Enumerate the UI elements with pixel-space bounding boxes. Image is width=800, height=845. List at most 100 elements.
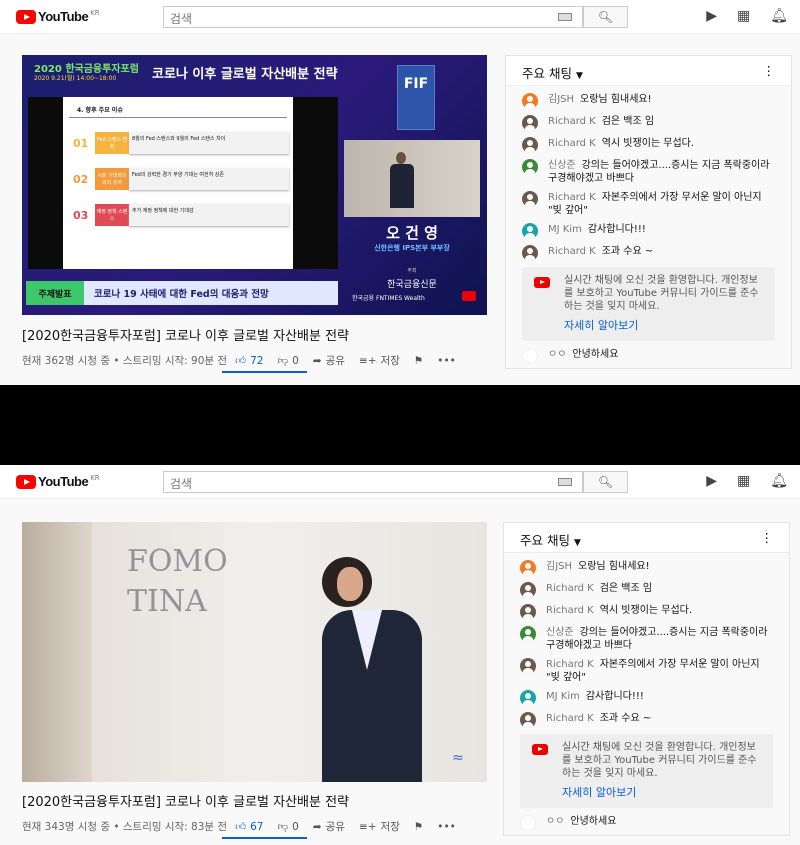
thumbs-up-icon: 👍︎ [235,821,247,833]
sentiment-bar [222,837,307,839]
share-label: 공유 [325,821,345,833]
search-input[interactable]: 검색 [163,6,583,28]
save-button[interactable]: ≡+ 저장 [359,820,400,834]
chat-author[interactable]: 김JSH [548,94,574,105]
chat-message: 김JSH 오랑님 힘내세요! [522,90,775,112]
youtube-logo[interactable]: YouTube KR [16,474,100,489]
search-button[interactable]: 🔍︎ [583,471,628,493]
chat-text: 강의는 들어야겠고....증시는 지금 폭락중이라 구경해야겠고 바쁘다 [546,627,768,651]
chat-message: Richard K 조과 수요 ~ [522,242,775,264]
youtube-play-icon [16,9,36,24]
search-input[interactable]: 검색 [163,471,583,493]
dislike-button[interactable]: 👎︎ 0 [277,820,298,834]
chat-welcome-banner: 실시간 채팅에 오신 것을 환영합니다. 개인정보를 보호하고 YouTube … [522,267,775,341]
dislike-button[interactable]: 👎︎ 0 [277,354,298,368]
avatar[interactable] [520,712,536,728]
chat-author[interactable]: 신상준 [546,627,574,638]
video-player[interactable]: 2020 한국금융투자포럼 2020 9.21(월) 14:00~18:00 코… [22,55,487,315]
more-actions-button[interactable]: ••• [437,820,456,834]
youtube-logo[interactable]: YouTube KR [16,9,100,24]
avatar[interactable] [522,223,538,239]
chat-text: 조과 수요 ~ [599,713,652,724]
speaker-name: 오 건 영 [386,224,438,242]
video-title: [2020한국금융투자포럼] 코로나 이후 글로벌 자산배분 전략 [22,329,350,344]
video-player[interactable]: FOMO TINA ≈ [22,522,487,782]
avatar[interactable] [520,560,536,576]
sponsors: 한국금융 FNTIMES Wealth [352,295,425,302]
avatar[interactable] [520,582,536,598]
more-actions-button[interactable]: ••• [437,354,456,368]
apps-grid-icon[interactable]: ▦ [737,473,750,489]
keyboard-icon[interactable] [558,478,572,486]
chat-author[interactable]: Richard K [546,583,594,594]
avatar[interactable] [520,690,536,706]
avatar[interactable] [522,159,538,175]
topic-label: 주제발표 [38,289,72,300]
chat-author[interactable]: Richard K [548,246,596,257]
share-button[interactable]: ➦ 공유 [313,354,345,368]
chat-author[interactable]: Richard K [548,192,596,203]
avatar[interactable] [520,658,536,674]
apps-grid-icon[interactable]: ▦ [737,8,750,24]
avatar[interactable] [522,137,538,153]
chat-author[interactable]: Richard K [548,138,596,149]
save-button[interactable]: ≡+ 저장 [359,354,400,368]
more-vertical-icon[interactable]: ⋮ [763,63,776,78]
chat-author[interactable]: 신상준 [548,160,576,171]
avatar[interactable] [520,626,536,642]
avatar[interactable] [522,245,538,261]
chat-mode-dropdown[interactable]: 주요 채팅 ▼ [522,63,583,81]
chat-author[interactable]: Richard K [546,605,594,616]
chat-author[interactable]: Richard K [548,116,596,127]
avatar[interactable] [522,191,538,207]
report-button[interactable]: ⚑ [414,820,423,834]
search-button[interactable]: 🔍︎ [583,6,628,28]
create-video-icon[interactable]: ▶ [706,8,717,24]
share-button[interactable]: ➦ 공유 [313,820,345,834]
chat-author[interactable]: Richard K [546,659,594,670]
chat-messages[interactable]: 김JSH 오랑님 힘내세요! Richard K 검은 백조 임 Richard K… [504,553,789,835]
like-count: 72 [250,355,264,367]
create-video-icon[interactable]: ▶ [706,473,717,489]
chat-message: MJ Kim 감사합니다!!! [522,220,775,242]
chat-messages[interactable]: 김JSH 오랑님 힘내세요! Richard K 검은 백조 임 Richard K… [506,86,791,368]
slide-item: 01 Fed 스탠스 변화 8월의 Fed 스탠스와 9월의 Fed 스탠스 차… [73,132,293,154]
like-button[interactable]: 👍︎ 72 [235,354,263,368]
chat-mode-dropdown[interactable]: 주요 채팅 ▼ [520,530,581,548]
chat-text: 감사합니다!!! [585,691,644,702]
chat-input[interactable]: ㅇㅇ 안녕하세요 [520,811,773,835]
slide-item-number: 02 [73,172,89,186]
topic-text: 코로나 19 사태에 대한 Fed의 대응과 전망 [94,289,269,300]
more-vertical-icon[interactable]: ⋮ [761,530,774,545]
save-label: 저장 [380,355,400,367]
live-chat-panel: 주요 채팅 ▼ ⋮ 김JSH 오랑님 힘내세요! Richard K 검은 백조 임 … [505,55,792,369]
welcome-text: 실시간 채팅에 오신 것을 환영합니다. 개인정보를 보호하고 YouTube … [562,742,757,779]
slide-item-tag: 재정 정책 스탠스 [95,204,129,226]
slide-item: 02 시장 기대와의 괴리 유의 Fed의 강력한 경기 부양 기대는 여전히 … [73,168,293,190]
host-name: 한국금융신문 [387,280,437,290]
more-horizontal-icon: ••• [437,821,456,833]
chat-text: 강의는 들어야겠고....증시는 지금 폭락중이라 구경해야겠고 바쁘다 [548,160,770,184]
learn-more-link[interactable]: 자세히 알아보기 [562,786,761,799]
report-button[interactable]: ⚑ [414,354,423,368]
learn-more-link[interactable]: 자세히 알아보기 [564,319,763,332]
share-label: 공유 [325,355,345,367]
avatar[interactable] [522,93,538,109]
avatar[interactable] [520,604,536,620]
topic-banner: 주제발표 코로나 19 사태에 대한 Fed의 대응과 전망 [26,281,338,305]
chat-author[interactable]: MJ Kim [546,691,580,702]
notifications-bell-icon[interactable]: 🔔︎ [770,473,788,489]
avatar[interactable] [522,115,538,131]
chat-author[interactable]: 김JSH [546,561,572,572]
like-button[interactable]: 👍︎ 67 [235,820,263,834]
keyboard-icon[interactable] [558,13,572,21]
playlist-add-icon: ≡+ [358,821,377,833]
chat-author[interactable]: MJ Kim [548,224,582,235]
chat-author[interactable]: Richard K [546,713,594,724]
chat-input[interactable]: ㅇㅇ 안녕하세요 [522,344,775,368]
chat-text: 오랑님 힘내세요! [578,561,650,572]
thumbs-down-icon: 👎︎ [277,355,289,367]
chat-input-text: 안녕하세요 [572,349,619,360]
chat-message: 신상준 강의는 들어야겠고....증시는 지금 폭락중이라 구경해야겠고 바쁘다 [522,156,775,188]
notifications-bell-icon[interactable]: 🔔︎ [770,8,788,24]
